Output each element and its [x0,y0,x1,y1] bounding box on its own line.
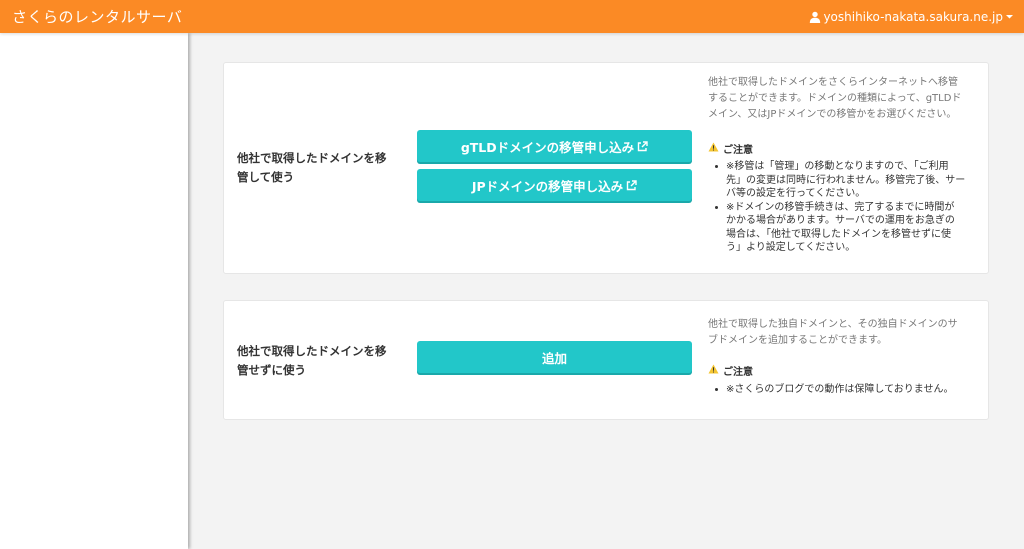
domain-no-transfer-card: 他社で取得したドメインを移 管せずに使う 追加 他社で取得した独自ドメインと、そ… [223,300,989,420]
notice-heading: ご注意 [708,363,753,378]
desc-line: 他社で取得した独自ドメインと、その独自ドメインのサ [708,319,958,330]
warning-icon [708,364,719,377]
external-link-icon [637,140,648,152]
button-label: 追加 [541,350,567,366]
list-item: ※さくらのブログでの動作は保障しておりません。 [708,383,980,397]
caret-down-icon [1005,12,1014,21]
user-account-name: yoshihiko-nakata.sakura.ne.jp [823,9,1003,24]
list-item: ※ドメインの移管手続きは、完了するまでに時間が かかる場合があります。サーバでの… [708,201,980,255]
desc-line: 他社で取得したドメインをさくらインターネットへ移管 [708,77,958,88]
jp-transfer-button[interactable]: JPドメインの移管申し込み [417,169,692,201]
desc-line: ブドメインを追加することができます。 [708,335,887,346]
note-line: 場合は、「他社で取得したドメインを移管せずに使 [726,228,951,240]
gtld-transfer-button[interactable]: gTLDドメインの移管申し込み [417,130,692,162]
note-line: かかる場合があります。サーバでの運用をお急ぎの [726,215,955,226]
notice-title: ご注意 [723,145,753,156]
notice-heading: ご注意 [708,141,753,156]
add-domain-button[interactable]: 追加 [417,341,692,373]
note-line: ※移管は「管理」の移動となりますので、「ご利用 [726,161,949,172]
user-menu[interactable]: yoshihiko-nakata.sakura.ne.jp [809,10,1014,24]
sidebar [0,33,188,549]
domain-transfer-description: 他社で取得したドメインをさくらインターネットへ移管 することができます。ドメイン… [708,75,978,123]
label-line: 他社で取得したドメインを移 [237,344,387,358]
domain-transfer-card: 他社で取得したドメインを移 管して使う gTLDドメインの移管申し込み JPドメ… [223,62,989,274]
note-line: バ等の設定を行ってください。 [726,188,866,199]
label-line: 他社で取得したドメインを移 [237,151,387,165]
warning-icon [708,142,719,155]
notice-list: ※さくらのブログでの動作は保障しておりません。 [708,383,980,397]
button-label: gTLDドメインの移管申し込み [460,139,635,155]
brand-title[interactable]: さくらのレンタルサーバ [12,6,182,27]
note-line: ※ドメインの移管手続きは、完了するまでに時間が [726,201,955,213]
notice-title: ご注意 [723,367,753,378]
domain-no-transfer-label: 他社で取得したドメインを移 管せずに使う [237,342,402,380]
domain-transfer-label: 他社で取得したドメインを移 管して使う [237,149,402,187]
label-line: 管して使う [237,170,295,184]
note-line: ※さくらのブログでの動作は保障しておりません。 [726,384,954,395]
external-link-icon [626,179,637,191]
desc-line: することができます。ドメインの種類によって、gTLDド [708,93,962,104]
top-header: さくらのレンタルサーバ yoshihiko-nakata.sakura.ne.j… [0,0,1024,33]
list-item: ※移管は「管理」の移動となりますので、「ご利用 先」の変更は同時に行われません。… [708,160,980,201]
button-label: JPドメインの移管申し込み [471,178,624,194]
user-icon [809,11,821,23]
domain-no-transfer-description: 他社で取得した独自ドメインと、その独自ドメインのサ ブドメインを追加することがで… [708,317,978,349]
label-line: 管せずに使う [237,363,306,377]
notice-list: ※移管は「管理」の移動となりますので、「ご利用 先」の変更は同時に行われません。… [708,160,980,255]
note-line: う」より設定してください。 [726,242,856,253]
desc-line: メイン、又はJPドメインでの移管かをお選びください。 [708,109,957,120]
note-line: 先」の変更は同時に行われません。移管完了後、サー [726,174,966,186]
